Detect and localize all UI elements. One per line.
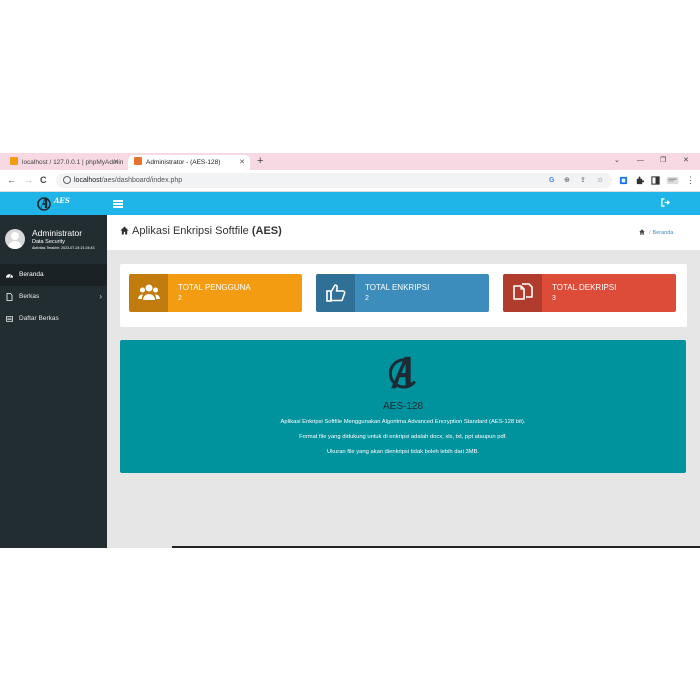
phpmyadmin-favicon-icon <box>10 157 18 165</box>
sidebar-item-berkas[interactable]: Berkas › <box>0 286 107 308</box>
extensions-puzzle-icon[interactable] <box>635 176 644 185</box>
browser-toolbar: ← → C localhost/aes/dashboard/index.php … <box>0 170 700 192</box>
callout-line-1: Aplikasi Enkripsi Softfile Menggunakan A… <box>280 419 526 425</box>
forward-icon[interactable]: → <box>24 174 33 186</box>
browser-tab-phpmyadmin[interactable]: localhost / 127.0.0.1 | phpMyAdmin ✕ <box>4 155 124 170</box>
home-icon <box>120 226 129 235</box>
stat-label: TOTAL DEKRIPSI <box>552 283 617 292</box>
stat-value: 2 <box>365 295 369 302</box>
sidebar-menu: Beranda Berkas › Daftar Berkas <box>0 264 107 330</box>
breadcrumb-home-icon[interactable] <box>639 229 645 235</box>
tab-title: Administrator - (AES-128) <box>146 159 221 166</box>
close-window-icon[interactable]: ✕ <box>683 155 689 167</box>
breadcrumb: / Beranda <box>639 229 673 236</box>
sign-out-icon[interactable] <box>661 198 670 207</box>
profile-avatar-icon[interactable] <box>666 176 679 185</box>
thumbs-up-icon <box>326 284 346 302</box>
avatar <box>5 229 25 249</box>
tab-search-icon[interactable]: ⌄ <box>614 155 620 167</box>
page-title-text: Aplikasi Enkripsi Softfile <box>132 225 249 237</box>
callout-line-3: Ukuran file yang akan dienkripsi tidak b… <box>326 449 480 455</box>
stats-panel: TOTAL PENGGUNA 2 TOTAL ENKRIPSI 2 TOTAL … <box>120 264 687 327</box>
logo-text: AES <box>54 196 70 205</box>
file-icon <box>6 293 13 301</box>
sidebar-item-label: Daftar Berkas <box>19 315 59 322</box>
zoom-icon[interactable]: ⊕ <box>564 173 570 188</box>
url-text: localhost/aes/dashboard/index.php <box>74 173 182 188</box>
main-content: Aplikasi Enkripsi Softfile (AES) / Berand… <box>107 215 700 548</box>
sidebar-item-beranda[interactable]: Beranda <box>0 264 107 286</box>
user-name: Administrator <box>32 228 83 238</box>
url-host: localhost <box>74 177 102 184</box>
sidebar: Administrator Data Security Aktivitas Te… <box>0 215 107 548</box>
taskbar-edge <box>172 546 700 548</box>
user-last-activity: Aktivitas Terakhir: 2023-07-24 21:24:43 <box>32 246 95 250</box>
sidebar-item-daftar-berkas[interactable]: Daftar Berkas <box>0 308 107 330</box>
stat-label: TOTAL PENGGUNA <box>178 283 251 292</box>
sidebar-toggle-icon[interactable] <box>113 200 123 208</box>
stat-box-dekripsi: TOTAL DEKRIPSI 3 <box>503 274 676 312</box>
browser-tab-strip: localhost / 127.0.0.1 | phpMyAdmin ✕ Adm… <box>0 153 700 170</box>
avengers-emblem-icon <box>388 356 417 389</box>
google-lens-icon[interactable]: G <box>549 173 554 188</box>
chevron-right-icon: › <box>99 292 102 301</box>
app-header: AES <box>0 192 700 215</box>
address-bar[interactable]: localhost/aes/dashboard/index.php G ⊕ ⇪ … <box>56 173 612 188</box>
reload-icon[interactable]: C <box>40 174 47 186</box>
list-icon <box>6 316 13 322</box>
app-favicon-icon <box>134 157 142 165</box>
minimize-icon[interactable]: — <box>637 155 644 167</box>
new-tab-button[interactable]: + <box>257 154 263 169</box>
stat-value: 2 <box>178 295 182 302</box>
app-logo[interactable]: AES <box>36 195 80 213</box>
site-info-icon[interactable] <box>63 176 71 184</box>
maximize-icon[interactable]: ❐ <box>660 155 666 167</box>
user-role: Data Security <box>32 239 66 245</box>
share-icon[interactable]: ⇪ <box>580 173 586 188</box>
user-panel: Administrator Data Security Aktivitas Te… <box>0 215 107 261</box>
page-title-bold: (AES) <box>251 225 282 237</box>
stat-label: TOTAL ENKRIPSI <box>365 283 430 292</box>
dashboard-icon <box>6 273 13 278</box>
close-tab-icon[interactable]: ✕ <box>113 155 119 170</box>
bookmark-star-icon[interactable]: ☆ <box>597 173 603 188</box>
content-header: Aplikasi Enkripsi Softfile (AES) / Berand… <box>107 215 700 250</box>
browser-tab-administrator[interactable]: Administrator - (AES-128) ✕ <box>128 155 250 170</box>
avengers-logo-icon <box>37 197 51 211</box>
callout-line-2: Format file yang didukung untuk di enkri… <box>299 434 507 440</box>
info-callout: AES-128 Aplikasi Enkripsi Softfile Mengg… <box>120 340 686 473</box>
chrome-menu-icon[interactable]: ⋮ <box>686 174 695 186</box>
sidebar-item-label: Berkas <box>19 293 40 300</box>
stat-box-pengguna: TOTAL PENGGUNA 2 <box>129 274 302 312</box>
back-icon[interactable]: ← <box>7 174 16 186</box>
extension-icon[interactable] <box>619 176 628 185</box>
tab-title: localhost / 127.0.0.1 | phpMyAdmin <box>22 159 124 166</box>
breadcrumb-item[interactable]: Beranda <box>653 230 674 236</box>
close-tab-icon[interactable]: ✕ <box>239 155 245 170</box>
stat-box-enkripsi: TOTAL ENKRIPSI 2 <box>316 274 489 312</box>
stat-value: 3 <box>552 295 556 302</box>
copy-icon <box>513 283 533 300</box>
side-panel-icon[interactable] <box>651 176 660 185</box>
sidebar-item-label: Beranda <box>19 271 44 278</box>
page-title: Aplikasi Enkripsi Softfile (AES) <box>120 225 282 237</box>
url-path: /aes/dashboard/index.php <box>101 177 183 184</box>
browser-screenshot: localhost / 127.0.0.1 | phpMyAdmin ✕ Adm… <box>0 153 700 548</box>
users-icon <box>138 284 160 300</box>
callout-title: AES-128 <box>382 401 424 412</box>
